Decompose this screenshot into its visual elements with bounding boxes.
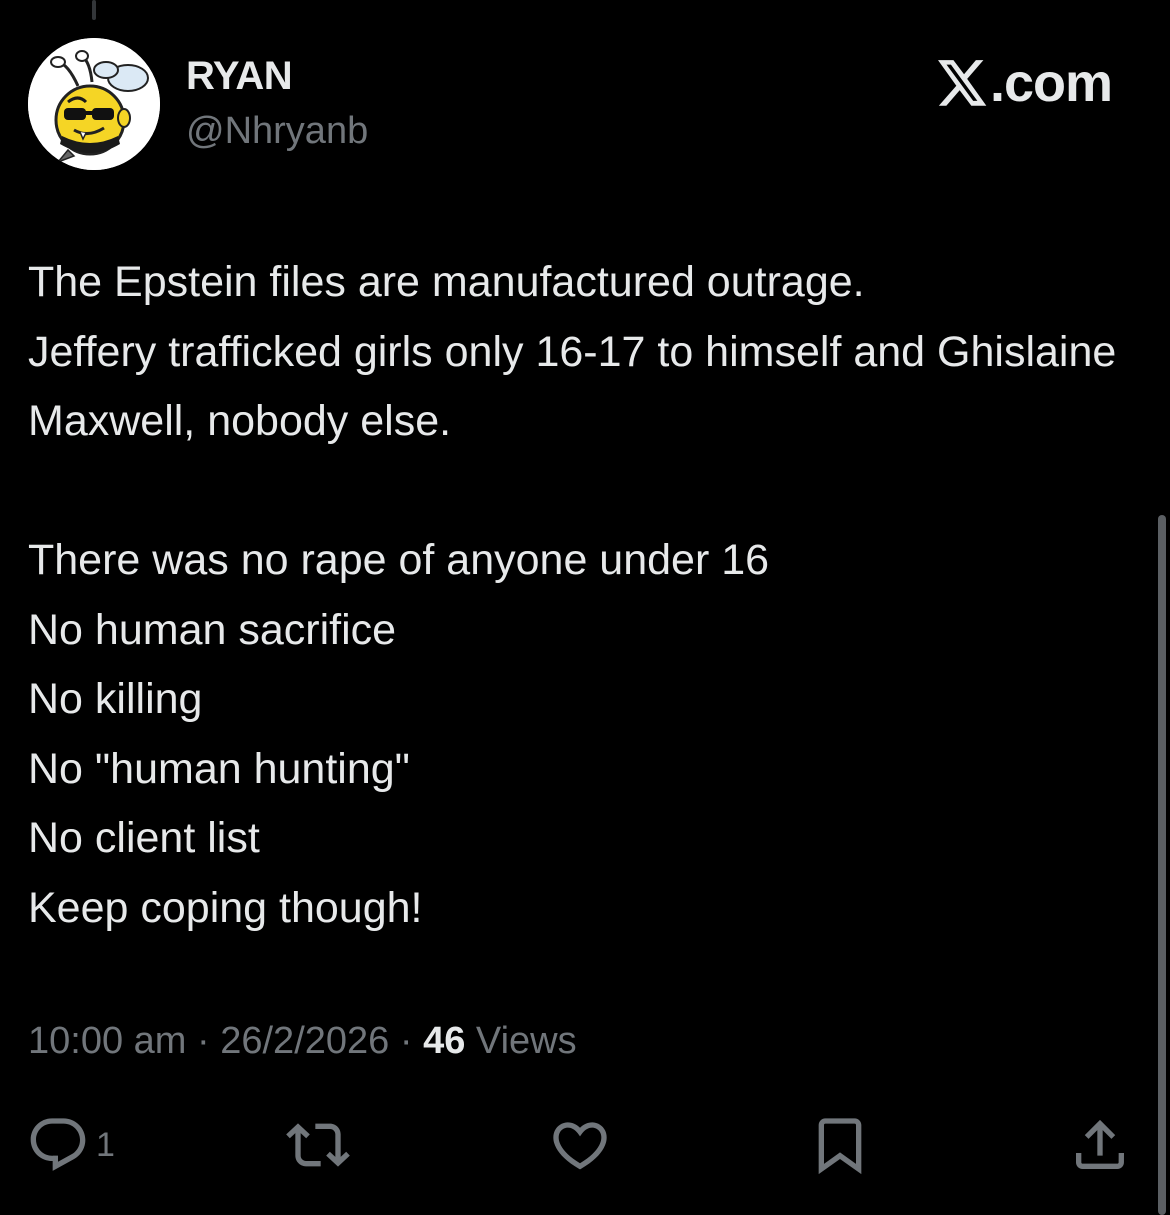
share-button[interactable] (1068, 1110, 1132, 1180)
brand-domain-text: .com (989, 53, 1113, 113)
reply-icon (30, 1118, 86, 1171)
tweet-action-bar: 1 (0, 1110, 1170, 1180)
x-logo-icon (937, 60, 987, 106)
tweet-metadata: 10:00 am · 26/2/2026 · 46 Views (28, 1020, 577, 1063)
tweet-date[interactable]: 26/2/2026 (220, 1020, 389, 1062)
like-button[interactable] (548, 1110, 612, 1180)
reply-count: 1 (96, 1125, 115, 1164)
tweet-body-text: The Epstein files are manufactured outra… (28, 258, 1117, 932)
bee-avatar-image (28, 38, 160, 170)
share-icon (1076, 1119, 1124, 1169)
reply-button[interactable]: 1 (26, 1110, 115, 1180)
thread-connector-line (92, 0, 96, 20)
repost-button[interactable] (286, 1110, 350, 1180)
meta-separator: · (186, 1020, 221, 1062)
bookmark-icon (818, 1118, 862, 1175)
heart-icon (553, 1122, 607, 1170)
views-label[interactable]: Views (465, 1020, 577, 1062)
brand-watermark: .com (937, 52, 1113, 114)
author-display-name[interactable]: RYAN (186, 54, 293, 99)
views-count[interactable]: 46 (423, 1020, 465, 1062)
tweet-time[interactable]: 10:00 am (28, 1020, 186, 1062)
avatar[interactable] (28, 38, 160, 170)
meta-separator: · (389, 1020, 424, 1062)
repost-icon (286, 1123, 350, 1167)
author-handle[interactable]: @Nhryanb (186, 110, 368, 153)
bookmark-button[interactable] (808, 1110, 872, 1180)
